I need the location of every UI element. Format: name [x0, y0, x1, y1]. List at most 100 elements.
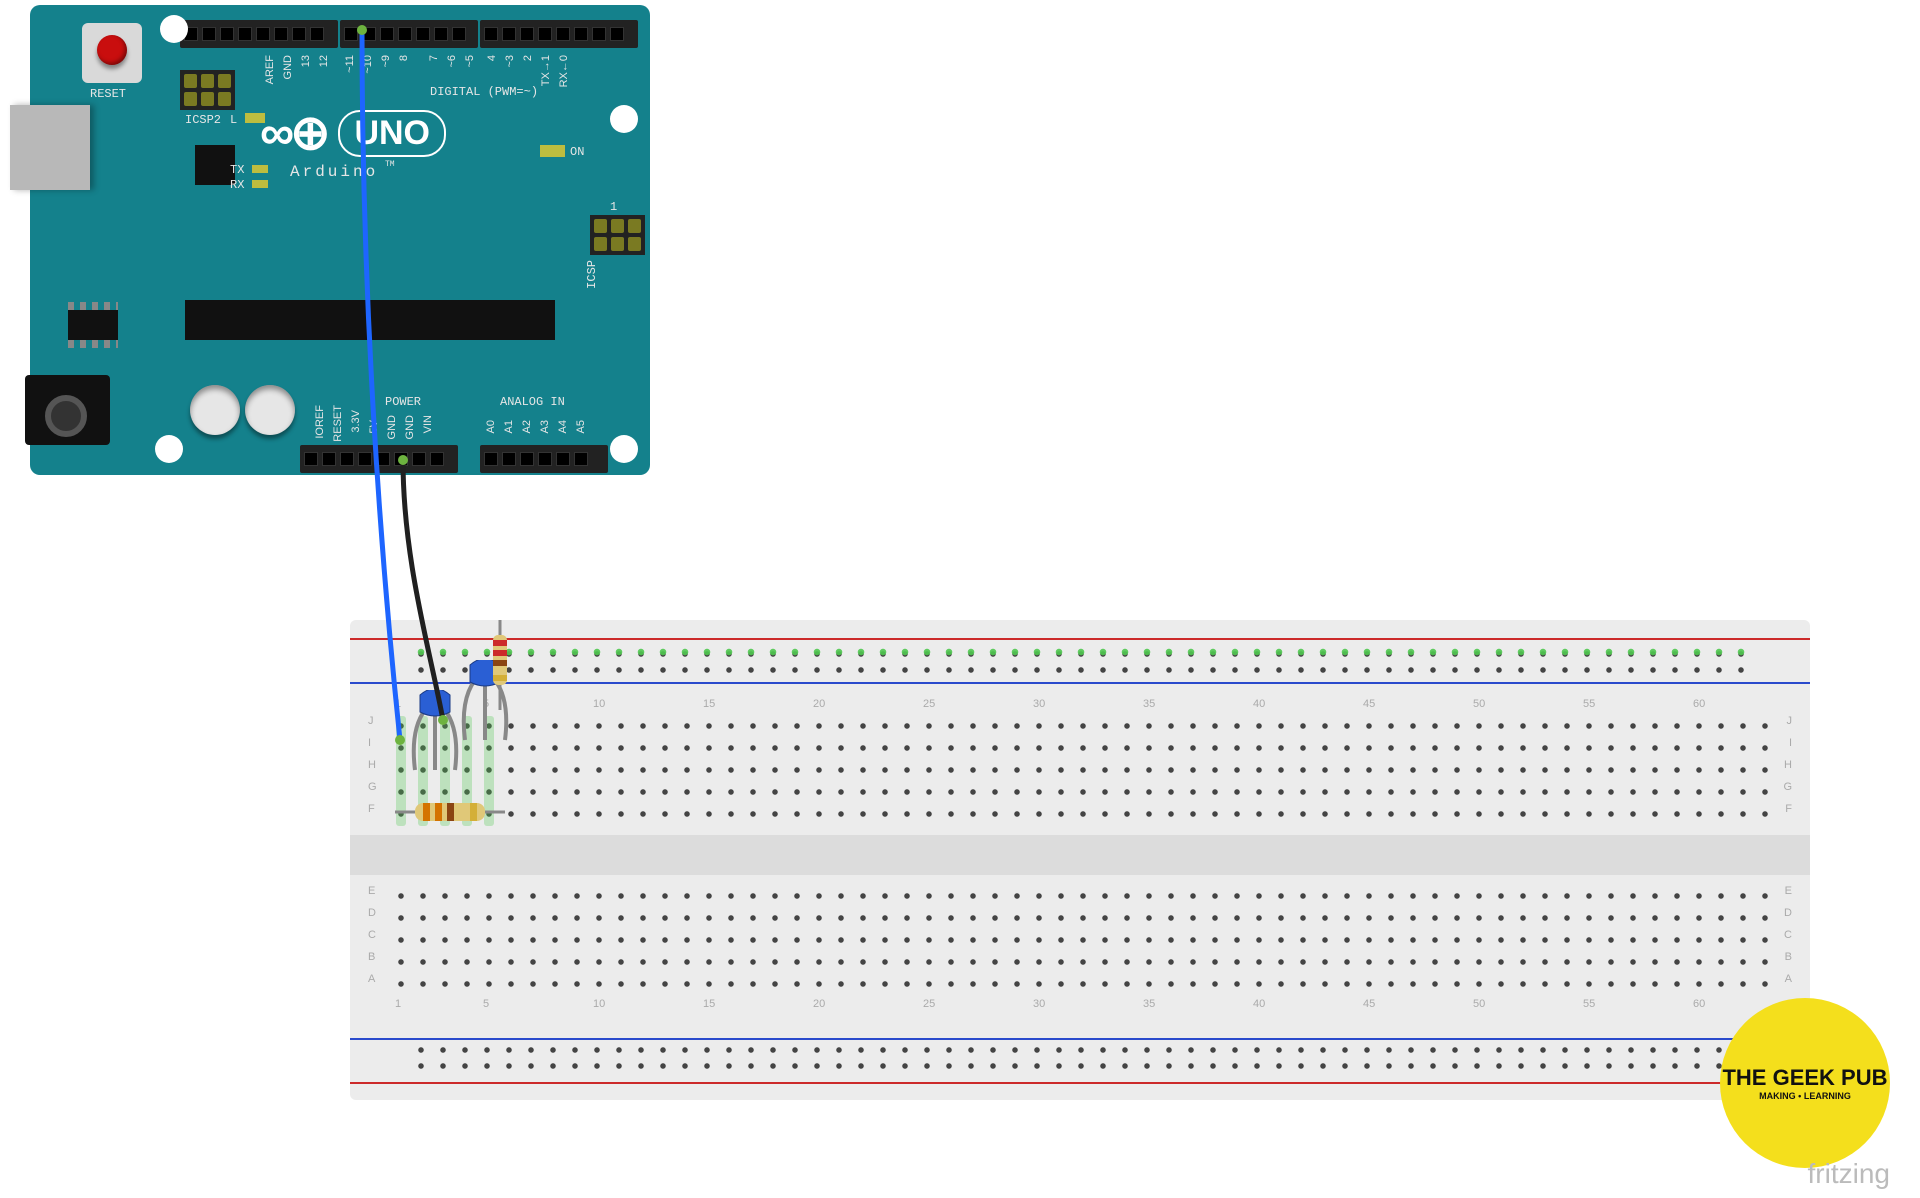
geekpub-logo: THE GEEK PUB MAKING • LEARNING	[1720, 998, 1890, 1168]
col-10: 10	[593, 698, 605, 710]
col-15b: 15	[703, 998, 715, 1010]
row-b: B	[368, 951, 375, 963]
icsp-header	[590, 215, 645, 255]
pin-vin: VIN	[422, 415, 434, 433]
tie-points-bot	[390, 885, 1770, 995]
row-j: J	[368, 715, 374, 727]
power-rail-bot-holes	[410, 1042, 1750, 1074]
center-channel	[350, 835, 1810, 875]
pin-8: 8	[398, 55, 410, 61]
header-digital-1	[180, 20, 338, 48]
pin-5v: 5V	[368, 420, 380, 433]
mounting-hole	[610, 105, 638, 133]
usb-jack	[10, 105, 90, 190]
row-d: D	[368, 907, 376, 919]
mounting-hole	[155, 435, 183, 463]
icsp-1: 1	[610, 200, 617, 214]
pin-4: 4	[486, 55, 498, 61]
row-a-r: A	[1785, 973, 1792, 985]
pin-10: ~10	[362, 55, 374, 74]
header-analog	[480, 445, 608, 473]
pin-a2: A2	[521, 420, 533, 433]
col-60: 60	[1693, 698, 1705, 710]
pin-gnd2: GND	[404, 415, 416, 439]
header-digital-2	[340, 20, 478, 48]
tx-label: TX	[230, 163, 244, 177]
icsp2-header	[180, 70, 235, 110]
geekpub-tagline: MAKING • LEARNING	[1759, 1091, 1851, 1101]
row-h-r: H	[1784, 759, 1792, 771]
col-35: 35	[1143, 698, 1155, 710]
pin-a3: A3	[539, 420, 551, 433]
row-i: I	[368, 737, 371, 749]
infinity-icon: ∞⊕	[260, 105, 326, 161]
arduino-logo: ∞⊕ UNO	[260, 105, 446, 161]
icsp-label: ICSP	[585, 260, 599, 289]
pin-12: 12	[318, 55, 330, 67]
fritzing-watermark: fritzing	[1808, 1158, 1890, 1190]
pin-a0: A0	[485, 420, 497, 433]
col-45: 45	[1363, 698, 1375, 710]
pin-3v3: 3.3V	[350, 410, 362, 433]
col-10b: 10	[593, 998, 605, 1010]
pin-a5: A5	[575, 420, 587, 433]
row-a: A	[368, 973, 375, 985]
col-1: 1	[395, 698, 401, 710]
pin-gnd-top: GND	[282, 55, 294, 79]
pin-tx1: TX→1	[540, 55, 552, 86]
atmega-chip	[185, 300, 555, 340]
pin-7: 7	[428, 55, 440, 61]
power-label: POWER	[385, 395, 421, 409]
arduino-brand: Arduino	[290, 163, 378, 181]
uno-text: UNO	[338, 110, 446, 157]
row-j-r: J	[1787, 715, 1793, 727]
col-50b: 50	[1473, 998, 1485, 1010]
rx-led	[252, 180, 268, 188]
resistor-vertical	[490, 620, 510, 710]
pin-ioref: IOREF	[314, 405, 326, 439]
col-45b: 45	[1363, 998, 1375, 1010]
mounting-hole	[160, 15, 188, 43]
smd-chip	[195, 145, 235, 185]
on-label: ON	[570, 145, 584, 159]
col-20: 20	[813, 698, 825, 710]
col-15: 15	[703, 698, 715, 710]
pin-3: ~3	[504, 55, 516, 68]
header-power	[300, 445, 458, 473]
pin-a4: A4	[557, 420, 569, 433]
power-jack	[25, 375, 110, 445]
row-e: E	[368, 885, 375, 897]
power-rail-green	[410, 644, 1750, 656]
pin-gnd1: GND	[386, 415, 398, 439]
arduino-uno-board: RESET AREF GND 13 12 ~11 ~10 ~9 8 7 ~6 ~…	[30, 5, 650, 475]
pin-6: ~6	[446, 55, 458, 68]
col-20b: 20	[813, 998, 825, 1010]
reset-label: RESET	[90, 87, 126, 101]
col-25b: 25	[923, 998, 935, 1010]
tx-led	[252, 165, 268, 173]
analog-label: ANALOG IN	[500, 395, 565, 409]
row-b-r: B	[1785, 951, 1792, 963]
header-digital-3	[480, 20, 638, 48]
col-5b: 5	[483, 998, 489, 1010]
capacitor-1	[190, 385, 240, 435]
digital-label: DIGITAL (PWM=~)	[430, 85, 538, 99]
l-label: L	[230, 113, 237, 127]
col-50: 50	[1473, 698, 1485, 710]
row-d-r: D	[1784, 907, 1792, 919]
col-35b: 35	[1143, 998, 1155, 1010]
row-g: G	[368, 781, 377, 793]
row-e-r: E	[1785, 885, 1792, 897]
reset-button	[82, 23, 142, 83]
col-60b: 60	[1693, 998, 1705, 1010]
capacitor-2	[245, 385, 295, 435]
pin-11: ~11	[344, 55, 356, 73]
arduino-tm: TM	[385, 160, 395, 169]
col-25: 25	[923, 698, 935, 710]
breadboard: J I H G F E D C B A J I H G F E D C B A …	[350, 620, 1810, 1100]
resistor-horizontal	[395, 800, 505, 824]
pin-aref: AREF	[264, 55, 276, 84]
row-i-r: I	[1789, 737, 1792, 749]
icsp2-label: ICSP2	[185, 113, 221, 127]
col-55: 55	[1583, 698, 1595, 710]
